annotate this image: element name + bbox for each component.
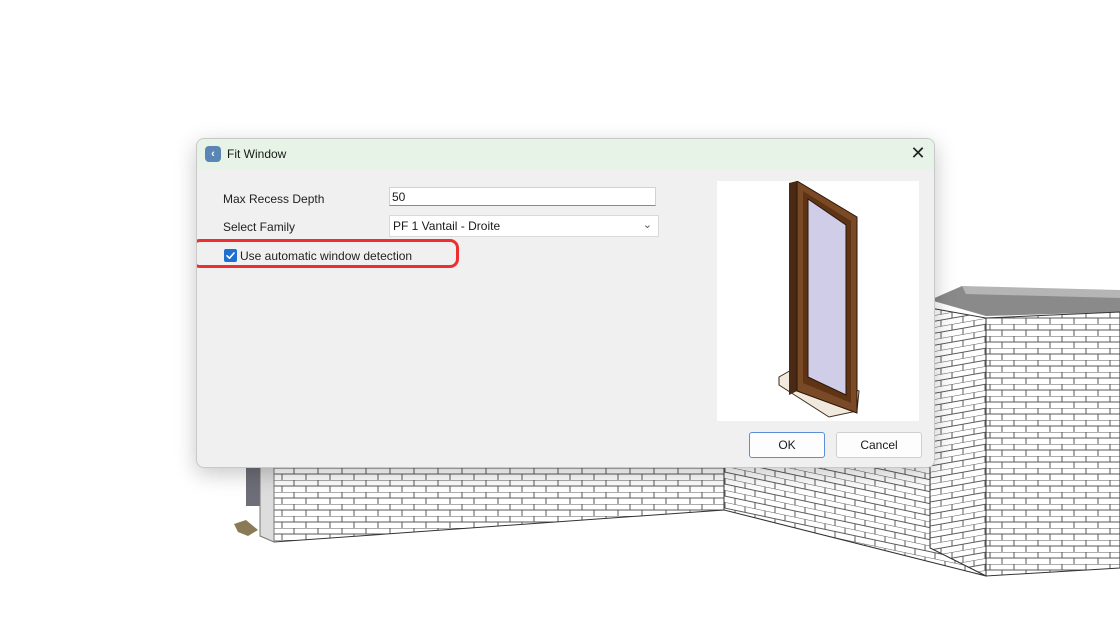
auto-detection-checkbox[interactable] [224,249,237,262]
window-preview-icon [778,180,860,418]
chevron-down-icon: ⌄ [642,219,652,231]
auto-detection-label: Use automatic window detection [240,249,413,263]
cancel-button[interactable]: Cancel [836,432,922,458]
fit-window-dialog: ‹ Fit Window ✕ Max Recess Depth Select F… [196,138,935,468]
max-recess-depth-label: Max Recess Depth [223,192,325,206]
window-preview [717,180,919,421]
back-arrow-icon: ‹ [205,146,221,162]
dialog-title: Fit Window [227,147,287,161]
checkmark-icon [226,252,235,259]
close-icon: ✕ [910,143,926,163]
title-bar: ‹ Fit Window ✕ [197,139,934,169]
max-recess-depth-input[interactable] [389,187,656,206]
family-select[interactable]: PF 1 Vantail - Droite ⌄ [389,215,659,237]
ok-button[interactable]: OK [749,432,825,458]
close-button[interactable]: ✕ [902,139,934,169]
family-select-value: PF 1 Vantail - Droite [393,219,501,233]
select-family-label: Select Family [223,220,296,234]
